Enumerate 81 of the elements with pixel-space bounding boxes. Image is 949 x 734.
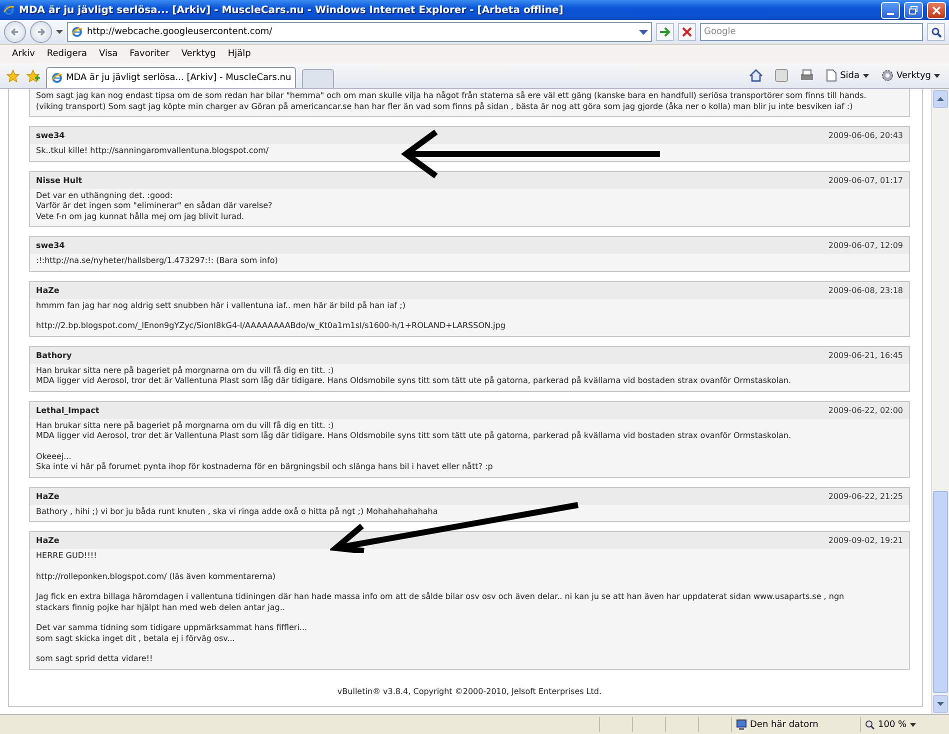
command-button[interactable]: Sida (823, 66, 872, 86)
dropdown-caret-icon[interactable] (56, 30, 63, 34)
forward-arrow-icon (35, 26, 47, 38)
menu-item[interactable]: Favoriter (130, 49, 170, 59)
address-field[interactable]: http://webcache.googleusercontent.com/ (67, 22, 652, 42)
gear-icon (880, 69, 894, 82)
forward-button[interactable] (30, 21, 52, 43)
post-text: Som sagt jag kan nog endast tipsa om de som redan har bilar "hemma" och om man skulle vilja ha något från staterna så ere väl ett gäng (kanske bara en handfull) seriösa transportörer som finns till hands. (viking transport) Som sagt jag köpte min charger av Göran på americancar.se han har fler än vad som finns på sidan , bästa är nog att göra som jag gjorde (åka ner o kolla) man blir ju inte besviken iaf :) (36, 91, 868, 112)
menu-item[interactable]: Arkiv (12, 49, 35, 59)
star-icon[interactable] (6, 68, 20, 82)
page-icon (826, 69, 838, 82)
stop-icon (682, 27, 692, 37)
post-text: Sk..tkul kille! http://sanningaromvallentuna.blogspot.com/ (36, 146, 270, 156)
stop-button[interactable] (678, 23, 696, 41)
post-author[interactable]: swe34 (36, 241, 65, 250)
menu-item[interactable]: Visa (98, 49, 118, 59)
post-author[interactable]: Nisse Hult (36, 176, 82, 184)
post-date: 2009-06-07, 12:09 (828, 241, 903, 250)
back-button[interactable] (4, 21, 26, 43)
computer-icon (736, 718, 747, 730)
scroll-up-icon[interactable] (937, 96, 944, 102)
post-text: Okeeej... Ska inte vi här på forumet pynta ihop för kostnaderna för en bärgningsbil och slänga hans bil i havet eller nått? :p (36, 452, 494, 472)
back-arrow-icon (9, 26, 21, 38)
post-text: http://rolleponken.blogspot.com/ (läs även kommentarerna) (36, 572, 276, 582)
post-text: http://2.bp.blogspot.com/_lEnon9gYZyc/SionI8kG4-I/AAAAAAAABdo/w_Kt0a1m1sI/s1600-h/1+ROLAND+LARSSON.jpg (36, 321, 506, 332)
copyright-text: vBulletin® v3.8.4, Copyright ©2000-2010, Jelsoft Enterprises Ltd. (337, 686, 602, 696)
post-text: hmmm fan jag har nog aldrig sett snubben här i vallentuna iaf.. men här är bild på han iaf ;) (36, 300, 406, 311)
post-text: HERRE GUD!!!! (36, 551, 98, 562)
post-date: 2009-06-08, 23:18 (828, 286, 903, 294)
add-favorite-icon[interactable] (26, 68, 40, 82)
home-icon (749, 69, 764, 82)
post-text: Jag fick en extra billaga häromdagen i vallentuna tidiningen där han hade massa info om att de sålde bilar osv osv och även delar.. ni kan ju se att han även har uppdaterat sidan www.usaparts.se , ngn stackars finnig pojke har hjälpt han med web delen antar jag.. (36, 592, 846, 613)
post-text: Bathory , hihi ;) vi bor ju båda runt knuten , ska vi ringa adde oxå o hitta på ngt ;) Mohahahahahaha (36, 506, 439, 517)
post-text: Det var en uthängning det. :good: Varför är det ingen som "eliminerar" en sådan där varelse? Vete f-n om jag kunnat hålla mej om jag blivit lurad. (36, 190, 274, 222)
post-author[interactable]: HaZe (36, 286, 60, 294)
minimize-icon (887, 13, 894, 15)
post-text: Han brukar sitta nere på bageriet på morgnarna om du vill få dig en titt. :) MDA ligger vid Aerosol, tror det är Vallentuna Plast som låg där tidigare. Hans Oldsmobile syns titt som tätt ute på gatorna, parkerad på kvällarna vid bostaden strax ovanför Ormstaskolan. (36, 420, 792, 442)
post-date: 2009-06-07, 01:17 (828, 176, 903, 184)
window-title: MDA är ju jävligt serlösa... [Arkiv] - MuscleCars.nu - Windows Internet Explorer - [Arbeta offline] (19, 4, 564, 16)
caret-icon (934, 74, 940, 78)
search-icon (930, 26, 942, 38)
post-text: Han brukar sitta nere på bageriet på morgnarna om du vill få dig en titt. :) MDA ligger vid Aerosol, tror det är Vallentuna Plast som låg där tidigare. Hans Oldsmobile syns titt som tätt ute på gatorna, parkerad på kvällarna vid bostaden strax ovanför Ormstaskolan. (36, 366, 792, 386)
post-author[interactable]: Bathory (36, 350, 72, 360)
scroll-down-icon[interactable] (937, 702, 944, 706)
caret-icon[interactable] (910, 722, 916, 726)
menu-item[interactable]: Hjälp (228, 49, 251, 59)
minimize-button[interactable] (881, 2, 900, 18)
post-text: som sagt sprid detta vidare!! (36, 654, 154, 664)
post-date: 2009-06-22, 21:25 (828, 492, 903, 500)
post-author[interactable]: HaZe (36, 536, 60, 545)
scrollbar[interactable] (931, 89, 949, 714)
restore-button[interactable] (904, 2, 923, 18)
arrow-right-icon (659, 27, 671, 37)
printer-icon (800, 69, 814, 82)
post-author[interactable]: swe34 (36, 131, 65, 140)
command-button[interactable]: Verktyg (878, 66, 943, 86)
post-text: Det var samma tidning som tidigare uppmärksammat hans fiffleri... som sagt skicka inget dit , betala ej i förväg osv... (36, 623, 308, 644)
post-date: 2009-06-21, 16:45 (828, 350, 903, 360)
search-button[interactable] (927, 23, 945, 41)
browser-logo-icon (3, 4, 15, 16)
post-author[interactable]: HaZe (36, 492, 60, 500)
menu-item[interactable]: Verktyg (181, 49, 216, 59)
browser-logo-icon (51, 72, 63, 84)
caret-icon (862, 74, 869, 78)
close-icon (932, 6, 941, 14)
zoom-icon (865, 720, 875, 730)
browser-tab[interactable]: MDA är ju jävligt serlösa... [Arkiv] - MuscleCars.nu (46, 67, 296, 88)
search-field[interactable]: Google (700, 23, 923, 41)
browser-logo-icon (71, 26, 83, 38)
dropdown-caret-icon[interactable] (639, 28, 648, 36)
post-author[interactable]: Lethal_Impact (36, 406, 100, 414)
menu-item[interactable]: Redigera (46, 49, 87, 59)
restore-icon (909, 6, 918, 14)
zoom-level[interactable]: 100 % (878, 720, 907, 730)
post-date: 2009-06-06, 20:43 (828, 131, 903, 140)
post-text: :!:http://na.se/nyheter/hallsberg/1.473297:!: (Bara som info) (36, 256, 279, 266)
close-button[interactable] (927, 2, 946, 18)
post-date: 2009-06-22, 02:00 (828, 406, 903, 414)
go-button[interactable] (656, 23, 674, 41)
post-date: 2009-09-02, 19:21 (828, 536, 903, 545)
zone-text: Den här datorn (750, 720, 818, 730)
